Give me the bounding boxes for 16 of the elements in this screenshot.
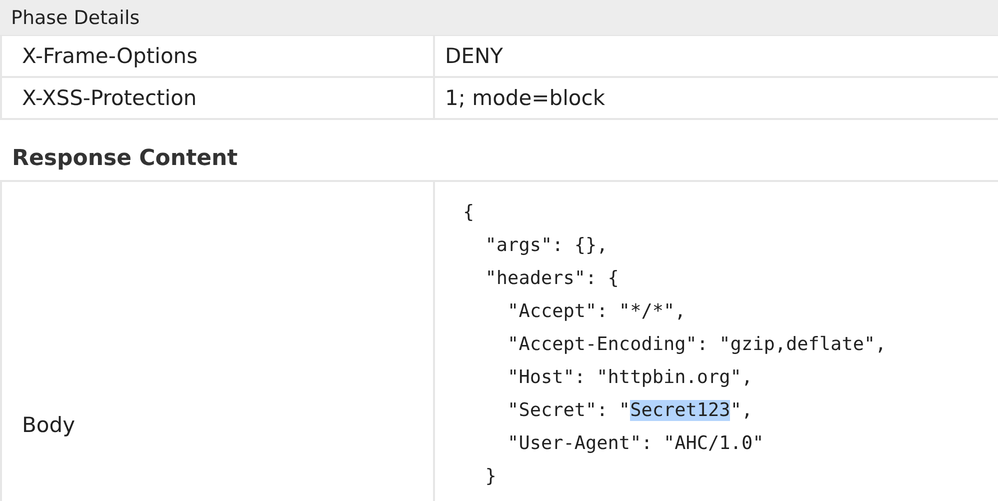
code-line: }: [484, 465, 496, 489]
code-line: "Host": "httpbin.org",: [506, 366, 753, 390]
code-line: "Accept-Encoding": "gzip,deflate",: [506, 333, 886, 357]
header-name-cell-text: X-Frame-Options: [21, 43, 199, 70]
code-line: {: [463, 201, 474, 225]
header-value-cell: 1; mode=block: [433, 78, 998, 118]
code-line: "args": {},: [484, 234, 608, 258]
header-name-cell-text: X-XSS-Protection: [21, 85, 198, 112]
section-heading: Response Content: [12, 145, 238, 173]
code-line: "Accept": "*/*",: [506, 300, 686, 324]
header-value-cell: DENY: [433, 36, 998, 76]
code-line: "User-Agent": "AHC/1.0": [506, 432, 764, 456]
field-label: Body: [22, 413, 76, 437]
panel-title: Phase Details: [0, 0, 998, 36]
code-line: "Secret": "Secret123",: [506, 399, 753, 423]
code-line: "headers": {: [484, 267, 619, 291]
